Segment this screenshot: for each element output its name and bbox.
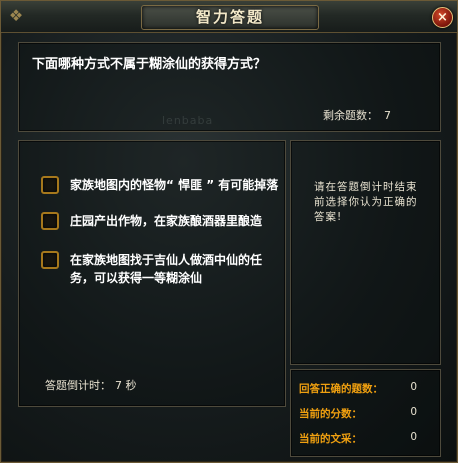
answer-option-2[interactable]: 庄园产出作物，在家族酿酒器里酿造 (41, 212, 281, 230)
current-score-label: 当前的分数： (299, 408, 362, 420)
answer-option-1[interactable]: 家族地图内的怪物“ 悍匪 ” 有可能掉落 (41, 176, 281, 194)
option-checkbox[interactable] (41, 251, 59, 269)
countdown-timer: 答题倒计时： 7 秒 (45, 377, 137, 393)
current-literacy-row: 当前的文采： 0 (299, 431, 429, 445)
corner-ornament-left-icon: ❖ (8, 6, 24, 25)
remaining-value: 7 (384, 109, 391, 122)
correct-count-row: 回答正确的题数： 0 (299, 381, 429, 395)
current-score-row: 当前的分数： 0 (299, 406, 429, 420)
option-label: 家族地图内的怪物“ 悍匪 ” 有可能掉落 (70, 178, 279, 192)
current-score-value: 0 (410, 406, 417, 418)
dialog-title: 智力答题 (195, 8, 264, 26)
title-bar[interactable]: ❖ 智力答题 × (1, 1, 457, 33)
remaining-label: 剩余题数： (323, 109, 378, 122)
option-label: 在家族地图找于吉仙人做酒中仙的任务，可以获得一等糊涂仙 (70, 253, 263, 285)
close-button[interactable]: × (432, 7, 453, 28)
answer-option-3[interactable]: 在家族地图找于吉仙人做酒中仙的任务，可以获得一等糊涂仙 (41, 251, 281, 287)
close-icon: × (437, 10, 448, 25)
timer-label: 答题倒计时： (45, 379, 111, 392)
remaining-questions: 剩余题数： 7 (323, 107, 391, 123)
option-label: 庄园产出作物，在家族酿酒器里酿造 (70, 214, 263, 228)
question-text: 下面哪种方式不属于糊涂仙的获得方式？ (32, 57, 267, 72)
correct-count-label: 回答正确的题数： (299, 383, 383, 395)
watermark: lenbaba (162, 114, 214, 127)
hint-panel (290, 140, 441, 365)
timer-value: 7 秒 (115, 379, 137, 392)
current-literacy-value: 0 (410, 431, 417, 443)
option-checkbox[interactable] (41, 212, 59, 230)
option-checkbox[interactable] (41, 176, 59, 194)
correct-count-value: 0 (410, 381, 417, 393)
quiz-dialog: ❖ 智力答题 × lenbaba 下面哪种方式不属于糊涂仙的获得方式？ 剩余题数… (0, 0, 458, 463)
current-literacy-label: 当前的文采： (299, 433, 362, 445)
hint-text: 请在答题倒计时结束前选择你认为正确的答案! (314, 181, 418, 223)
